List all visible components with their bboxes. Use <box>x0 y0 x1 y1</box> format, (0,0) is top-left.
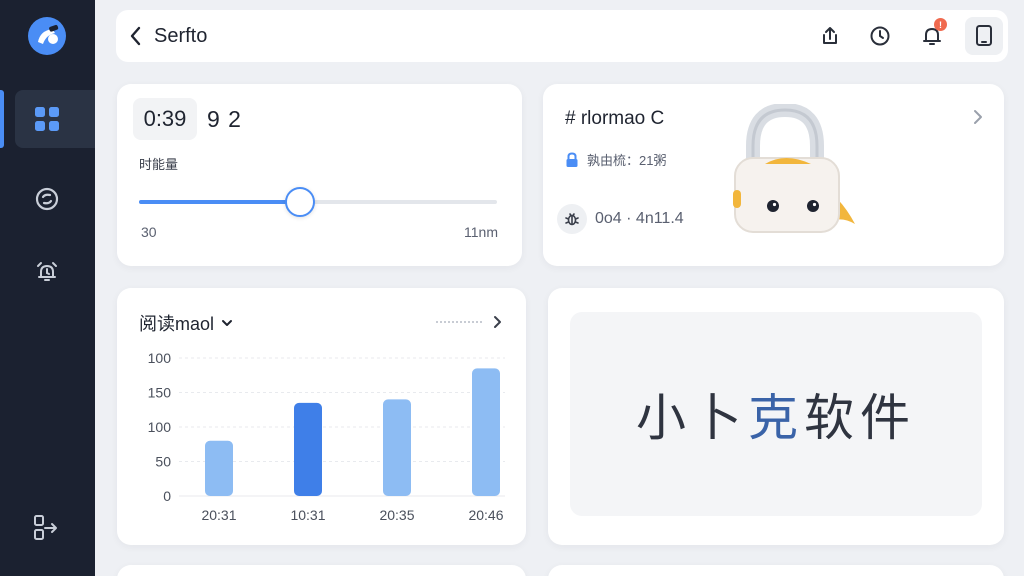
bar-20:31[interactable] <box>205 440 233 496</box>
share-icon <box>823 27 837 44</box>
sidebar-item-sync[interactable] <box>15 170 95 228</box>
tablet-icon <box>976 25 992 46</box>
nav-active-indicator <box>0 90 4 148</box>
time-extra: 9 2 <box>207 106 242 132</box>
timer-card: 0:39 9 2 时能量 30 11nm <box>117 84 522 266</box>
info-row-lock: 孰由梳：21粥 <box>565 150 666 169</box>
brand-text-part2: 软件 <box>804 390 916 446</box>
x-tick-label: 20:35 <box>379 507 414 523</box>
back-button[interactable] <box>128 25 144 52</box>
slider-thumb[interactable] <box>285 187 316 217</box>
info-card-chevron-icon[interactable] <box>972 108 984 131</box>
logo-icon[interactable] <box>28 17 66 55</box>
device-button[interactable] <box>965 17 1003 55</box>
info-row-stats: 0o4 · 4n11.4 <box>557 204 684 234</box>
bottom-card-right <box>548 565 1004 576</box>
info-card[interactable]: # rlormao C 孰由梳：21粥 0o4 · 4n11.4 <box>543 84 1004 266</box>
y-tick-label: 150 <box>148 385 172 401</box>
y-tick-label: 50 <box>155 454 171 470</box>
refresh-circle-icon <box>35 187 59 211</box>
slider-fill <box>139 200 301 204</box>
y-tick-label: 100 <box>148 419 172 435</box>
page-title: Serfto <box>154 25 208 47</box>
back-chevron-icon <box>130 26 141 46</box>
y-tick-label: 0 <box>163 488 171 504</box>
sidebar-item-alarm[interactable] <box>15 243 95 301</box>
top-bar: Serfto ! <box>116 10 1008 62</box>
slider-min-label: 30 <box>141 224 157 240</box>
notifications-button[interactable]: ! <box>919 18 947 49</box>
timer-slider[interactable] <box>139 187 497 217</box>
bar-20:35[interactable] <box>383 399 411 496</box>
dashboard-icon <box>35 107 59 131</box>
time-main: 0:39 <box>133 98 197 140</box>
info-row1-text: 孰由梳：21粥 <box>587 153 667 168</box>
clock-icon <box>870 26 890 46</box>
x-tick-label: 20:46 <box>468 507 503 523</box>
bottom-card-left <box>117 565 526 576</box>
notification-badge: ! <box>934 18 947 31</box>
lock-icon <box>566 151 578 167</box>
bug-icon <box>557 204 587 234</box>
chart-card: 阅读maol 0 50 100 150 100 20:31 10:31 20:35 20:46 <box>117 288 526 545</box>
history-button[interactable] <box>867 23 893 49</box>
brand-text-accent: 克 <box>748 390 804 446</box>
share-button[interactable] <box>817 23 843 49</box>
info-title: # rlormao C <box>565 108 665 129</box>
slider-max-label: 11nm <box>464 224 498 240</box>
bar-20:46[interactable] <box>472 368 500 496</box>
logout-icon <box>34 515 57 540</box>
y-tick-label: 100 <box>148 350 172 366</box>
alarm-icon <box>37 262 57 281</box>
brand-card: 小卜克软件 <box>548 288 1004 545</box>
logout-button[interactable] <box>33 514 59 547</box>
x-tick-label: 20:31 <box>201 507 236 523</box>
bar-10:31[interactable] <box>294 402 322 496</box>
x-tick-label: 10:31 <box>290 507 325 523</box>
bar-chart: 0 50 100 150 100 20:31 10:31 20:35 20:46 <box>148 350 505 523</box>
lock-mascot-illustration <box>729 102 879 239</box>
info-row2-text: 0o4 · 4n11.4 <box>595 210 684 227</box>
brand-banner: 小卜克软件 <box>570 312 982 516</box>
timer-label: 时能量 <box>139 157 179 172</box>
brand-text-part1: 小卜 <box>636 390 748 446</box>
sidebar-item-dashboard[interactable] <box>15 90 95 148</box>
sidebar <box>0 0 95 576</box>
